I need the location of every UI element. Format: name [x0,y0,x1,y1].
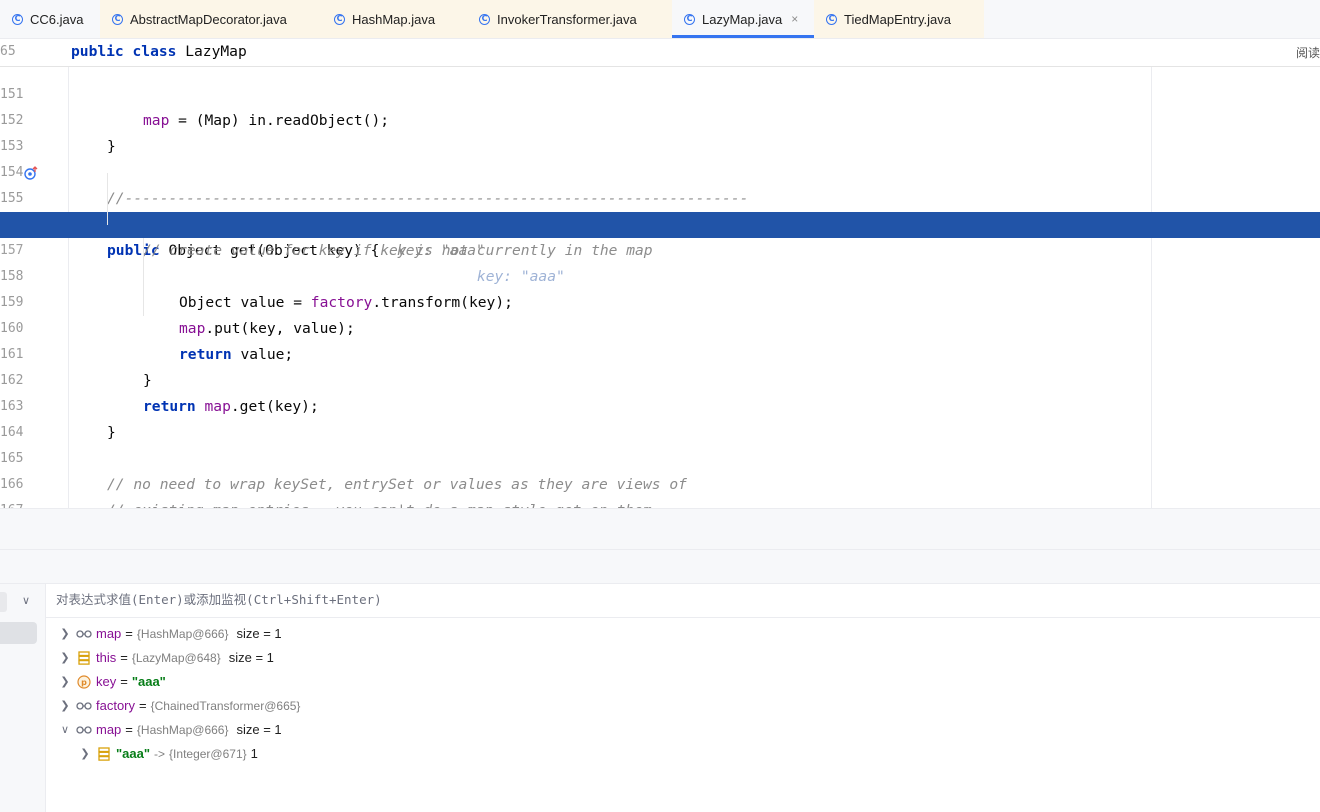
java-class-icon: C [112,13,123,25]
tab-label: HashMap.java [352,11,436,27]
code-line-161[interactable]: 161 } [0,316,1320,389]
frames-column: ∨ [0,584,46,812]
line-number: 65 [0,44,16,59]
java-class-icon: C [12,13,23,25]
variable-row[interactable]: ❯ this = {LazyMap@648} size = 1 [58,646,274,670]
thread-selector[interactable] [0,592,7,612]
tab-label: LazyMap.java [702,11,783,27]
debugger-variables-panel: ∨ ❯ map = {HashMap@666} size = 1 ❯ this … [0,583,1320,812]
variable-reference: {HashMap@666} [136,627,229,641]
chevron-right-icon[interactable]: ❯ [58,670,72,694]
svg-text:p: p [81,678,87,687]
code-editor[interactable]: 65 public class LazyMap 阅读 151 map = (Ma… [0,39,1320,508]
map-entry-row[interactable]: ❯ "aaa" -> {Integer@671} 1 [78,742,258,766]
entry-key: "aaa" [116,746,151,761]
chevron-down-icon[interactable]: ∨ [22,594,30,607]
equals-sign: = [125,626,133,641]
variable-reference: {HashMap@666} [136,723,229,737]
tab-label: TiedMapEntry.java [844,11,951,27]
variable-row[interactable]: ❯ factory = {ChainedTransformer@665} [58,694,300,718]
chevron-right-icon[interactable]: ❯ [58,646,72,670]
editor-bottom-strip [0,508,1320,549]
tab-label: InvokerTransformer.java [497,11,637,27]
close-icon[interactable]: × [791,12,798,26]
code-line-156[interactable]: 156 // create value for key if key is no… [0,186,1320,259]
watch-glasses-icon [76,723,92,737]
watch-glasses-icon [76,699,92,713]
code-line-152[interactable]: 152 } [0,82,1320,155]
java-class-icon: C [334,13,345,25]
variable-reference: {LazyMap@648} [131,651,221,665]
tab-hashmap[interactable]: C HashMap.java [322,0,467,38]
code-line-155[interactable]: 155 public Object get(Object key) { key:… [0,160,1320,259]
variable-size: size = 1 [228,650,274,665]
variable-name: map [96,626,122,641]
selected-frame[interactable] [0,622,37,644]
tab-label: CC6.java [30,11,84,27]
overrides-method-icon[interactable] [24,166,38,180]
object-fields-icon [76,651,92,665]
parameter-icon: p [76,675,92,689]
watch-glasses-icon [76,627,92,641]
variable-name: map [96,722,122,737]
variable-row[interactable]: ❯ map = {HashMap@666} size = 1 [58,622,282,646]
evaluate-expression-bar [46,584,1320,618]
variable-string-value: "aaa" [131,674,166,689]
line-number: 167 [0,498,23,508]
sticky-class-declaration: public class LazyMap [71,43,247,60]
code-comment: // existing map entries - you can't do a… [107,498,661,508]
tab-cc6[interactable]: C CC6.java [0,0,100,38]
code-line-160[interactable]: 160 return value; [0,290,1320,363]
code-line-159[interactable]: 159 map.put(key, value); [0,264,1320,337]
code-line-153[interactable]: 153 [0,108,1320,154]
equals-sign: = [120,650,128,665]
debug-toolbar-strip [0,549,1320,584]
code-line-163[interactable]: 163 } [0,368,1320,441]
code-line-157-current-execution[interactable]: 157 if (map.containsKey(key) == false) {… [0,212,1320,285]
code-line-154[interactable]: 154 //----------------------------------… [0,134,1320,207]
tab-lazymap[interactable]: C LazyMap.java × [672,0,814,38]
code-line-166[interactable]: 166 // existing map entries - you can't … [0,446,1320,508]
equals-sign: = [120,674,128,689]
code-line-162[interactable]: 162 return map.get(key); [0,342,1320,415]
java-class-icon: C [479,13,490,25]
code-line-164[interactable]: 164 [0,394,1320,440]
variable-size: size = 1 [236,722,282,737]
code-line-167[interactable]: 167 } [0,472,1320,508]
tab-tiedmapentry[interactable]: C TiedMapEntry.java [814,0,984,38]
entry-reference: {Integer@671} [169,747,247,761]
variable-name: this [96,650,117,665]
chevron-right-icon[interactable]: ❯ [58,694,72,718]
java-class-icon: C [684,13,695,25]
variable-size: size = 1 [236,626,282,641]
tab-label: AbstractMapDecorator.java [130,11,287,27]
equals-sign: = [139,698,147,713]
variable-row[interactable]: ❯ p key = "aaa" [58,670,166,694]
indent-guide [107,173,108,225]
chevron-right-icon[interactable]: ❯ [78,742,92,766]
variable-name: key [96,674,117,689]
code-line-158[interactable]: 158 Object value = factory.transform(key… [0,238,1320,311]
equals-sign: = [125,722,133,737]
entry-arrow: -> [154,747,166,761]
chevron-right-icon[interactable]: ❯ [58,622,72,646]
sticky-header-line[interactable]: 65 public class LazyMap [0,39,1320,67]
variable-reference: {ChainedTransformer@665} [150,699,301,713]
variable-name: factory [96,698,136,713]
chevron-down-icon[interactable]: ∨ [58,718,72,742]
evaluate-expression-input[interactable] [56,592,756,607]
code-line-165[interactable]: 165 // no need to wrap keySet, entrySet … [0,420,1320,493]
java-class-icon: C [826,13,837,25]
indent-guide [143,238,144,316]
editor-tab-bar: C CC6.java C AbstractMapDecorator.java C… [0,0,1320,39]
object-fields-icon [96,747,112,761]
entry-value: 1 [250,746,258,761]
tab-invoker-transformer[interactable]: C InvokerTransformer.java [467,0,672,38]
variable-row-expanded[interactable]: ∨ map = {HashMap@666} size = 1 [58,718,282,742]
tab-abstract-map-decorator[interactable]: C AbstractMapDecorator.java [100,0,322,38]
reader-mode-toggle[interactable]: 阅读 [1296,44,1320,61]
active-tab-indicator [672,35,814,38]
